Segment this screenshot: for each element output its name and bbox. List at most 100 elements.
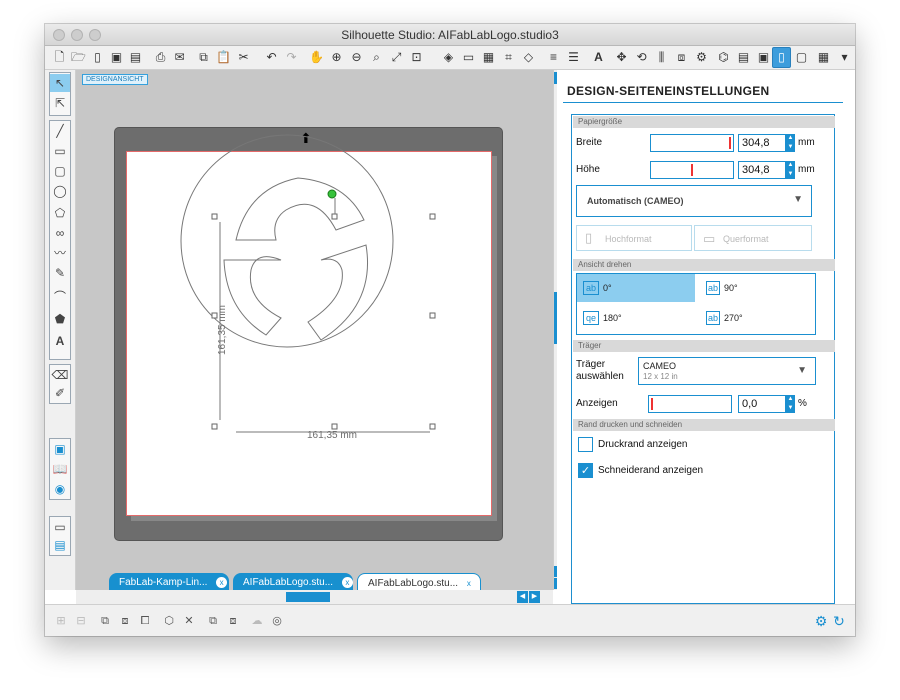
height-spinner[interactable]: ▲ ▼: [786, 161, 795, 179]
eraser-tool-icon[interactable]: ⌫: [50, 366, 70, 384]
weld-icon[interactable]: ⬡: [161, 613, 177, 629]
text-tool-icon[interactable]: A: [50, 332, 70, 350]
line-style-icon[interactable]: ☰: [565, 49, 582, 66]
fill-color-icon[interactable]: ◈: [440, 49, 457, 66]
zoom-out-icon[interactable]: ⊖: [348, 49, 365, 66]
bring-forward-icon[interactable]: ⧠: [137, 613, 153, 629]
offset-icon[interactable]: ⚙: [693, 49, 710, 66]
pan-hand-icon[interactable]: ✋: [308, 49, 325, 66]
select-tool-icon[interactable]: ↖: [50, 74, 70, 92]
page-setup-icon[interactable]: ▭: [460, 49, 477, 66]
logo-artwork[interactable]: 161,35 mm 161,35 mm: [76, 70, 553, 590]
point-edit-tool-icon[interactable]: ⇱: [50, 94, 70, 112]
paste-icon[interactable]: 📋: [215, 49, 232, 66]
print-border-checkbox[interactable]: [578, 437, 593, 452]
carrier-opacity-spinner[interactable]: ▲ ▼: [786, 395, 795, 413]
new-document-icon[interactable]: 🗋: [51, 49, 68, 66]
smooth-freehand-tool-icon[interactable]: ✎: [50, 264, 70, 282]
rounded-rect-tool-icon[interactable]: ▢: [50, 162, 70, 180]
grid-icon[interactable]: ▦: [480, 49, 497, 66]
single-view-icon[interactable]: ▭: [50, 518, 70, 536]
shape-edit-icon[interactable]: ◇: [520, 49, 537, 66]
toolbar-overflow-icon[interactable]: ▾: [836, 49, 853, 66]
redo-icon[interactable]: ↷: [283, 49, 300, 66]
save-as-icon[interactable]: ▤: [127, 49, 144, 66]
regular-polygon-tool-icon[interactable]: ⬟: [50, 310, 70, 328]
delete-icon[interactable]: ✕: [181, 613, 197, 629]
make-compound-icon[interactable]: ⧉: [97, 613, 113, 629]
rotate-0-button[interactable]: ab 0°: [577, 274, 695, 302]
rotate-180-button[interactable]: qe 180°: [577, 304, 695, 332]
cut-border-checkbox[interactable]: ✓: [578, 463, 593, 478]
portrait-button[interactable]: ▯ Hochformat: [576, 225, 692, 251]
text-style-icon[interactable]: A: [590, 49, 607, 66]
sync-icon[interactable]: ↻: [831, 613, 847, 629]
undo-icon[interactable]: ↶: [263, 49, 280, 66]
phone-icon[interactable]: ▯: [89, 49, 106, 66]
send-to-cutter-icon[interactable]: ✉: [171, 49, 188, 66]
knife-tool-icon[interactable]: ✐: [50, 384, 70, 402]
curve-tool-icon[interactable]: ∞: [50, 224, 70, 242]
open-folder-icon[interactable]: 🗁: [70, 49, 87, 66]
rotate-90-button[interactable]: ab 90°: [700, 274, 810, 302]
trace-icon[interactable]: ⌬: [715, 49, 732, 66]
close-tab-icon[interactable]: x: [341, 576, 353, 588]
align-icon[interactable]: ⫼: [653, 49, 670, 66]
cut-scissors-icon[interactable]: ✂: [235, 49, 252, 66]
library-icon[interactable]: ▤: [735, 49, 752, 66]
zoom-drag-icon[interactable]: ⤢: [388, 49, 405, 66]
polygon-tool-icon[interactable]: ⬠: [50, 204, 70, 222]
scroll-right-icon[interactable]: ▶: [529, 591, 540, 603]
horizontal-scroll-thumb[interactable]: [286, 592, 330, 602]
design-canvas[interactable]: DESIGNANSICHT ⬆ 161,35 mm 161,35 mm FabL…: [76, 70, 553, 592]
ungroup-icon[interactable]: ⊟: [73, 613, 89, 629]
paper-preset-select[interactable]: Automatisch (CAMEO) ▼: [576, 185, 812, 217]
registration-marks-icon[interactable]: ⌗: [500, 49, 517, 66]
width-slider[interactable]: [650, 134, 734, 152]
arc-tool-icon[interactable]: ⌒: [50, 288, 70, 306]
send-panel-icon[interactable]: ▦: [815, 49, 832, 66]
close-tab-icon[interactable]: x: [216, 576, 228, 588]
dimension-label-vertical: 161,35 mm: [217, 305, 228, 355]
width-spinner[interactable]: ▲ ▼: [786, 134, 795, 152]
carrier-opacity-input[interactable]: 0,0: [738, 395, 786, 413]
line-color-icon[interactable]: ≡: [545, 49, 562, 66]
copy-icon[interactable]: ⧉: [195, 49, 212, 66]
freehand-tool-icon[interactable]: 〰: [50, 244, 70, 262]
release-compound-icon[interactable]: ⧈: [117, 613, 133, 629]
close-tab-icon[interactable]: x: [467, 579, 471, 588]
send-to-back-icon[interactable]: ⧈: [225, 613, 241, 629]
target-icon[interactable]: ◎: [269, 613, 285, 629]
landscape-button[interactable]: ▭ Querformat: [694, 225, 812, 251]
scroll-left-icon[interactable]: ◀: [517, 591, 528, 603]
carrier-select[interactable]: CAMEO 12 x 12 in ▼: [638, 357, 816, 385]
library-view-icon[interactable]: 📖: [50, 460, 70, 478]
group-icon[interactable]: ⊞: [53, 613, 69, 629]
send-backward-icon[interactable]: ⧉: [205, 613, 221, 629]
width-input[interactable]: 304,8: [738, 134, 786, 152]
design-page-icon[interactable]: ▯: [773, 49, 790, 66]
rotate-icon[interactable]: ⟲: [633, 49, 650, 66]
replicate-icon[interactable]: ⧈: [673, 49, 690, 66]
line-tool-icon[interactable]: ╱: [50, 122, 70, 140]
height-slider[interactable]: [650, 161, 734, 179]
ellipse-tool-icon[interactable]: ◯: [50, 182, 70, 200]
zoom-select-icon[interactable]: ⌕: [368, 49, 385, 66]
print-icon[interactable]: ⎙: [152, 49, 169, 66]
carrier-opacity-slider[interactable]: [648, 395, 732, 413]
zoom-in-icon[interactable]: ⊕: [328, 49, 345, 66]
split-view-icon[interactable]: ▤: [50, 536, 70, 554]
cut-settings-icon[interactable]: ▢: [793, 49, 810, 66]
height-input[interactable]: 304,8: [738, 161, 786, 179]
cloud-icon[interactable]: ☁: [249, 613, 265, 629]
settings-gear-icon[interactable]: ⚙: [813, 613, 829, 629]
horizontal-scrollbar[interactable]: ◀ ▶: [76, 590, 553, 604]
rectangle-tool-icon[interactable]: ▭: [50, 142, 70, 160]
store-icon[interactable]: ▣: [755, 49, 772, 66]
rotate-270-button[interactable]: ab 270°: [700, 304, 810, 332]
fit-page-icon[interactable]: ⊡: [408, 49, 425, 66]
store-view-icon[interactable]: ◉: [50, 480, 70, 498]
design-view-icon[interactable]: ▣: [50, 440, 70, 458]
save-icon[interactable]: ▣: [108, 49, 125, 66]
transform-icon[interactable]: ✥: [613, 49, 630, 66]
